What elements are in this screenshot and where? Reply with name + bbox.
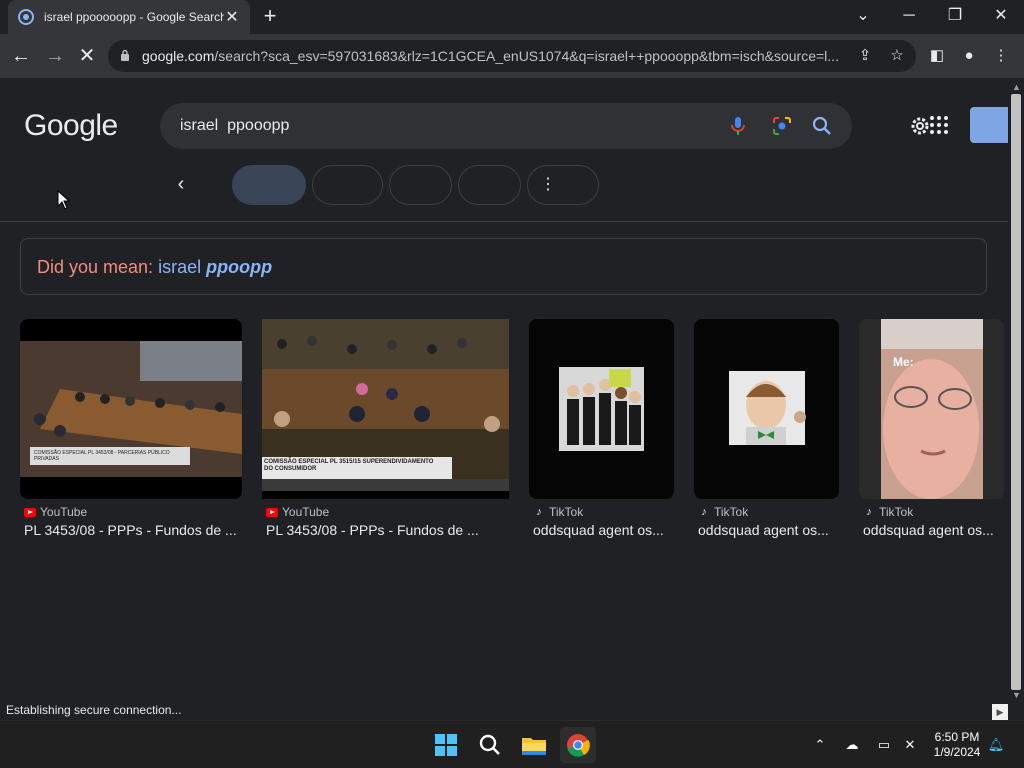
result-title[interactable]: oddsquad agent os... — [533, 522, 673, 538]
volume-muted-icon[interactable]: ✕ — [900, 735, 920, 755]
scroll-down-arrow-icon[interactable]: ▼ — [1012, 690, 1021, 700]
result-source-name: TikTok — [549, 505, 584, 519]
search-input[interactable]: israel ppooopp — [180, 117, 289, 135]
did-you-mean-box: Did you mean: israel ppoopp — [20, 238, 987, 295]
mouse-cursor-icon — [57, 190, 71, 210]
share-icon[interactable]: ⇪ — [854, 45, 876, 67]
filter-chip[interactable] — [312, 165, 383, 205]
result-thumbnail[interactable]: COMISSÃO ESPECIAL PL 3515/15 SUPERENDIVI… — [262, 319, 509, 499]
windows-start-icon[interactable] — [428, 727, 464, 763]
chrome-icon — [567, 734, 590, 757]
filter-chip[interactable] — [458, 165, 521, 205]
close-window-button[interactable]: ✕ — [978, 2, 1024, 30]
loading-favicon-icon — [18, 9, 34, 25]
url-path: /search?sca_esv=597031683&rlz=1C1GCEA_en… — [214, 48, 839, 64]
scroll-up-arrow-icon[interactable]: ▲ — [1012, 82, 1021, 92]
thumbnail-caption: COMISSÃO ESPECIAL PL 3515/15 SUPERENDIVI… — [264, 459, 434, 472]
notification-bell-icon[interactable]: 🔔︎ — [986, 735, 1006, 755]
taskbar-clock[interactable]: 6:50 PM 1/9/2024 — [930, 730, 984, 760]
file-explorer-icon[interactable] — [516, 727, 552, 763]
result-source-name: TikTok — [714, 505, 749, 519]
clock-time: 6:50 PM — [934, 730, 980, 744]
result-source[interactable]: ♪ TikTok — [863, 505, 913, 519]
taskbar-search-icon[interactable] — [472, 727, 508, 763]
show-hidden-icons-chevron-icon[interactable]: ⌃ — [810, 735, 830, 755]
side-panel-icon[interactable]: ◧ — [926, 45, 948, 67]
result-thumbnail[interactable] — [694, 319, 839, 499]
stop-loading-button[interactable]: ✕ — [72, 41, 102, 71]
tab-close-icon[interactable]: ✕ — [224, 7, 240, 27]
address-bar[interactable]: google.com/search?sca_esv=597031683&rlz=… — [108, 40, 916, 72]
suggestion-bold: ppoopp — [206, 257, 273, 277]
thumbnail-caption: Me: — [893, 355, 914, 369]
profile-avatar-icon[interactable]: ● — [958, 45, 980, 67]
spelling-suggestion-link[interactable]: israel ppoopp — [158, 257, 272, 277]
google-logo[interactable]: Google — [24, 109, 118, 143]
youtube-icon — [24, 507, 36, 517]
status-bar: Establishing secure connection... — [0, 701, 188, 720]
header-divider — [0, 221, 1008, 222]
scrollbar-thumb[interactable] — [1011, 94, 1021, 690]
result-thumbnail[interactable]: COMISSÃO ESPECIAL PL 3453/08 - PARCERIAS… — [20, 319, 242, 499]
forward-button[interactable]: → — [40, 41, 70, 71]
vertical-scrollbar[interactable]: ▲ ▼ — [1008, 78, 1024, 720]
youtube-icon — [266, 507, 278, 517]
settings-gear-icon[interactable] — [908, 114, 932, 138]
tab-search-chevron-icon[interactable]: ⌄ — [840, 2, 886, 30]
result-thumbnail[interactable]: Me: — [859, 319, 1004, 499]
browser-toolbar: ← → ✕ google.com/search?sca_esv=59703168… — [0, 34, 1024, 78]
search-box[interactable]: israel ppooopp — [160, 103, 852, 149]
tiktok-icon: ♪ — [701, 506, 707, 518]
result-source-name: YouTube — [40, 505, 88, 519]
result-source[interactable]: ♪ TikTok — [698, 505, 748, 519]
scroll-right-arrow-icon[interactable]: ▶ — [992, 704, 1008, 720]
bookmark-star-icon[interactable]: ☆ — [886, 45, 908, 67]
restore-button[interactable]: ❐ — [932, 2, 978, 30]
tab-title: israel ppooooopp - Google Search — [44, 10, 224, 24]
filter-chip[interactable] — [389, 165, 452, 205]
result-source-name: TikTok — [879, 505, 914, 519]
search-icon[interactable] — [810, 114, 834, 138]
result-title[interactable]: oddsquad agent os... — [698, 522, 838, 538]
minimize-button[interactable]: ─ — [886, 2, 932, 30]
result-title[interactable]: oddsquad agent os... — [863, 522, 1001, 538]
tiktok-icon: ♪ — [536, 506, 542, 518]
onedrive-cloud-icon[interactable]: ☁ — [842, 735, 862, 755]
result-source[interactable]: ♪ TikTok — [533, 505, 583, 519]
result-title[interactable]: PL 3453/08 - PPPs - Fundos de ... — [266, 522, 506, 538]
browser-menu-icon[interactable]: ⋮ — [990, 45, 1012, 67]
result-source[interactable]: YouTube — [266, 505, 329, 519]
url-text: google.com/search?sca_esv=597031683&rlz=… — [142, 48, 842, 64]
result-title[interactable]: PL 3453/08 - PPPs - Fundos de ... — [24, 522, 244, 538]
network-icon[interactable]: ▭ — [874, 735, 894, 755]
page-content: Google israel ppooopp ‹ ⋮ Did you mean: … — [0, 78, 1008, 720]
thumbnail-caption: COMISSÃO ESPECIAL PL 3453/08 - PARCERIAS… — [34, 450, 170, 462]
more-filters-chip[interactable]: ⋮ — [527, 165, 599, 205]
tab-strip: israel ppooooopp - Google Search ✕ + ⌄ ─… — [0, 0, 1024, 34]
suggestion-plain: israel — [158, 257, 202, 277]
result-source[interactable]: YouTube — [24, 505, 87, 519]
result-thumbnail[interactable] — [529, 319, 674, 499]
sign-in-button[interactable] — [970, 107, 1008, 143]
result-source-name: YouTube — [282, 505, 330, 519]
google-lens-icon[interactable] — [770, 114, 794, 138]
chrome-taskbar-button[interactable] — [560, 727, 596, 763]
windows-taskbar: ⌃ ☁ ▭ ✕ 6:50 PM 1/9/2024 🔔︎ — [0, 720, 1024, 768]
browser-tab[interactable]: israel ppooooopp - Google Search ✕ — [8, 0, 250, 34]
clock-date: 1/9/2024 — [933, 745, 981, 759]
back-button[interactable]: ← — [6, 41, 36, 71]
lock-icon — [121, 49, 129, 61]
chevron-left-icon[interactable]: ‹ — [170, 174, 192, 196]
tiktok-icon: ♪ — [866, 506, 872, 518]
did-you-mean-label: Did you mean: — [37, 257, 154, 277]
microphone-icon[interactable] — [726, 114, 750, 138]
new-tab-button[interactable]: + — [258, 4, 282, 30]
filter-chip-active[interactable] — [232, 165, 306, 205]
url-host: google.com — [142, 48, 215, 64]
google-apps-icon[interactable] — [930, 116, 948, 134]
